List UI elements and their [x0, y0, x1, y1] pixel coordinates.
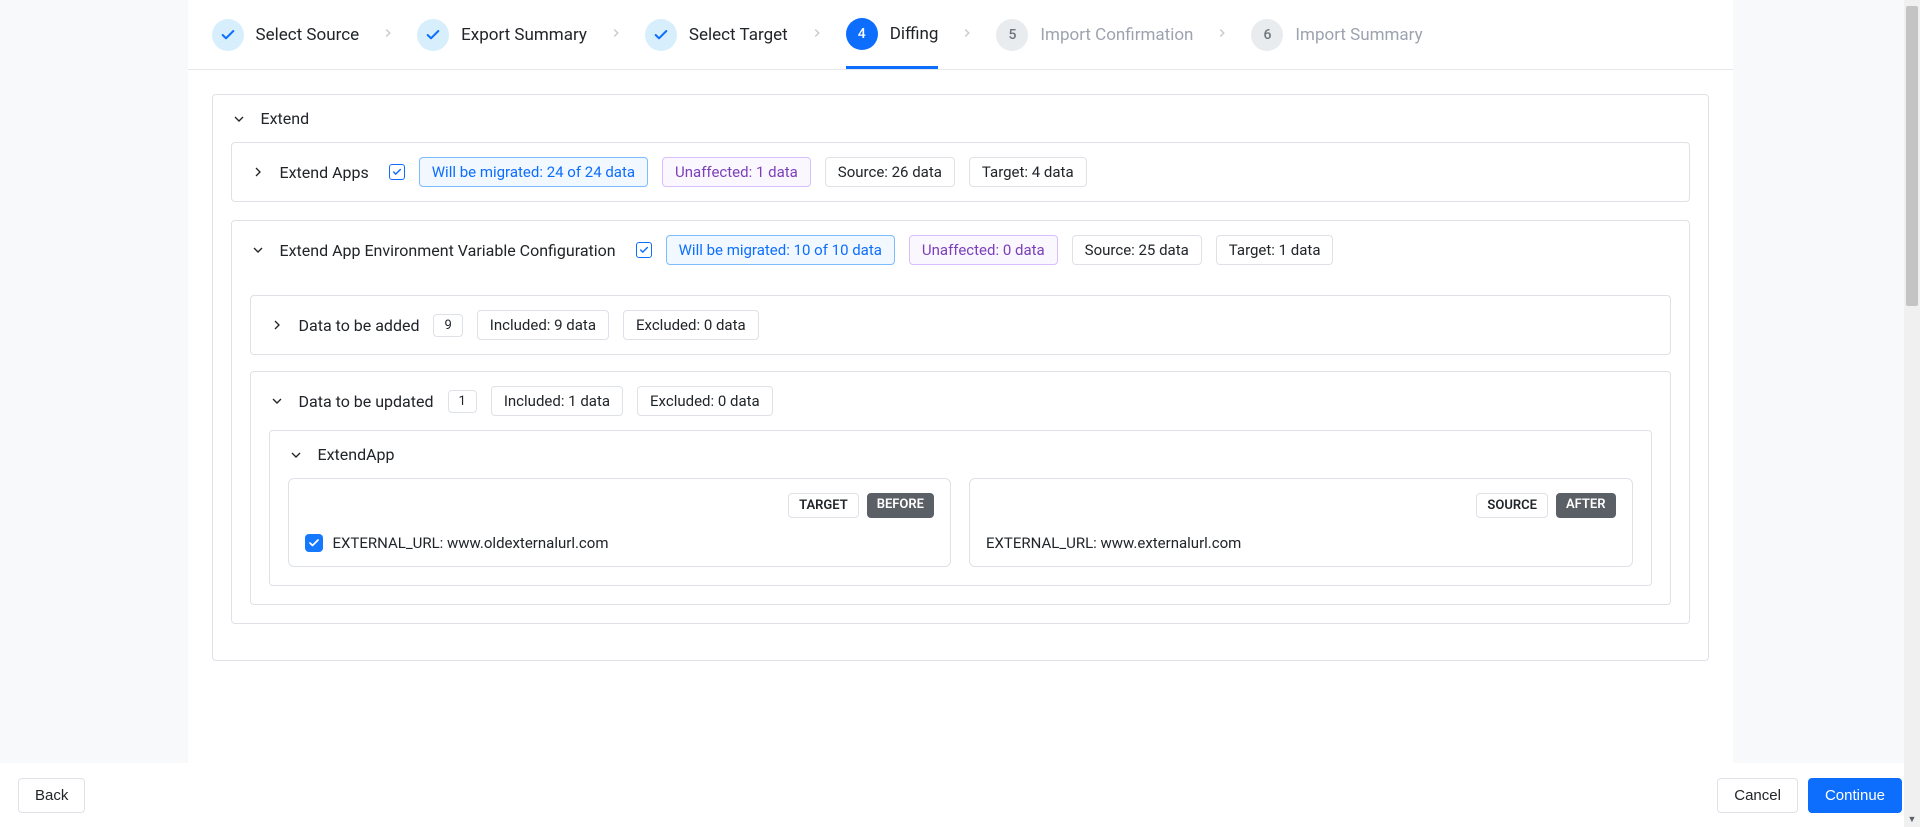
- target-tag: Target: 1 data: [1216, 235, 1334, 265]
- tag-label: Will be migrated:: [679, 241, 790, 259]
- data-added-title: Data to be added: [299, 316, 420, 335]
- extendapp-title: ExtendApp: [318, 445, 395, 464]
- included-tag: Included: 1 data: [491, 386, 623, 416]
- step-label: Export Summary: [461, 25, 587, 45]
- unaffected-tag: Unaffected: 0 data: [909, 235, 1058, 265]
- extend-header[interactable]: Extend: [213, 95, 1708, 142]
- chevron-right-icon: [810, 26, 824, 44]
- chevron-down-icon: [231, 111, 247, 127]
- count-badge: 1: [448, 390, 477, 413]
- tag-label: Unaffected:: [922, 241, 999, 259]
- data-updated-header[interactable]: Data to be updated 1 Included: 1 data Ex…: [251, 372, 1670, 430]
- step-select-source[interactable]: Select Source: [212, 19, 360, 51]
- tag-value: 1 data: [756, 163, 798, 181]
- continue-button[interactable]: Continue: [1808, 778, 1902, 813]
- excluded-tag: Excluded: 0 data: [623, 310, 759, 340]
- step-import-summary: 6 Import Summary: [1251, 19, 1422, 51]
- chevron-right-icon: [381, 26, 395, 44]
- migrate-checkbox[interactable]: [636, 242, 652, 258]
- source-after-box: SOURCE AFTER EXTERNAL_URL: www.externalu…: [969, 478, 1633, 567]
- extend-env-header[interactable]: Extend App Environment Variable Configur…: [232, 221, 1689, 279]
- extendapp-header[interactable]: ExtendApp: [270, 431, 1651, 478]
- step-label: Diffing: [890, 24, 939, 44]
- migrate-checkbox[interactable]: [389, 164, 405, 180]
- extend-apps-title: Extend Apps: [280, 163, 369, 182]
- step-label: Select Source: [256, 25, 360, 45]
- unaffected-tag: Unaffected: 1 data: [662, 157, 811, 187]
- data-added-panel: Data to be added 9 Included: 9 data Excl…: [250, 295, 1671, 355]
- env-var-before: EXTERNAL_URL: www.oldexternalurl.com: [333, 534, 609, 552]
- chevron-right-icon: [269, 317, 285, 333]
- row-checkbox[interactable]: [305, 534, 323, 552]
- data-added-header[interactable]: Data to be added 9 Included: 9 data Excl…: [251, 296, 1670, 354]
- after-label: AFTER: [1556, 493, 1616, 518]
- wizard-footer: Back Cancel Continue: [0, 763, 1920, 827]
- chevron-down-icon: [288, 447, 304, 463]
- chevron-right-icon: [1215, 26, 1229, 44]
- extend-env-panel: Extend App Environment Variable Configur…: [231, 220, 1690, 624]
- step-number: 5: [996, 19, 1028, 51]
- included-tag: Included: 9 data: [477, 310, 609, 340]
- target-label: TARGET: [788, 493, 859, 518]
- extend-env-title: Extend App Environment Variable Configur…: [280, 241, 616, 260]
- migrated-tag: Will be migrated: 10 of 10 data: [666, 235, 895, 265]
- count-badge: 9: [433, 314, 462, 337]
- data-updated-title: Data to be updated: [299, 392, 434, 411]
- extend-panel: Extend Extend Apps Will be migrated: [212, 94, 1709, 661]
- tag-value: 10 of 10 data: [794, 241, 882, 259]
- step-export-summary[interactable]: Export Summary: [417, 19, 587, 51]
- tag-value: 0 data: [1003, 241, 1045, 259]
- chevron-down-icon: [269, 393, 285, 409]
- migrated-tag: Will be migrated: 24 of 24 data: [419, 157, 648, 187]
- step-number: 4: [846, 18, 878, 50]
- chevron-down-icon: [250, 242, 266, 258]
- step-number: 6: [1251, 19, 1283, 51]
- source-tag: Source: 26 data: [825, 157, 955, 187]
- tag-label: Unaffected:: [675, 163, 752, 181]
- tag-label: Will be migrated:: [432, 163, 543, 181]
- check-icon: [417, 19, 449, 51]
- step-import-confirmation: 5 Import Confirmation: [996, 19, 1193, 51]
- step-diffing[interactable]: 4 Diffing: [846, 18, 939, 69]
- step-label: Select Target: [689, 25, 788, 45]
- tag-value: 24 of 24 data: [547, 163, 635, 181]
- chevron-right-icon: [609, 26, 623, 44]
- check-icon: [645, 19, 677, 51]
- extend-apps-panel: Extend Apps Will be migrated: 24 of 24 d…: [231, 142, 1690, 202]
- cancel-button[interactable]: Cancel: [1717, 778, 1798, 813]
- scroll-down-icon[interactable]: ▼: [1904, 811, 1920, 827]
- env-var-after: EXTERNAL_URL: www.externalurl.com: [986, 534, 1241, 552]
- extend-title: Extend: [261, 109, 310, 128]
- extendapp-group: ExtendApp TARGET BEFORE: [269, 430, 1652, 586]
- scrollbar-thumb[interactable]: [1906, 6, 1918, 306]
- step-label: Import Confirmation: [1040, 25, 1193, 45]
- source-label: SOURCE: [1476, 493, 1548, 518]
- check-icon: [212, 19, 244, 51]
- excluded-tag: Excluded: 0 data: [637, 386, 773, 416]
- target-before-box: TARGET BEFORE E: [288, 478, 952, 567]
- scrollbar[interactable]: ▲ ▼: [1904, 0, 1920, 827]
- step-select-target[interactable]: Select Target: [645, 19, 788, 51]
- back-button[interactable]: Back: [18, 778, 85, 813]
- chevron-right-icon: [250, 164, 266, 180]
- extend-apps-header[interactable]: Extend Apps Will be migrated: 24 of 24 d…: [232, 143, 1689, 201]
- source-tag: Source: 25 data: [1072, 235, 1202, 265]
- step-label: Import Summary: [1295, 25, 1422, 45]
- chevron-right-icon: [960, 26, 974, 44]
- data-updated-panel: Data to be updated 1 Included: 1 data Ex…: [250, 371, 1671, 605]
- wizard-stepper: Select Source Export Summary Select Targ…: [188, 0, 1733, 70]
- before-label: BEFORE: [867, 493, 934, 518]
- target-tag: Target: 4 data: [969, 157, 1087, 187]
